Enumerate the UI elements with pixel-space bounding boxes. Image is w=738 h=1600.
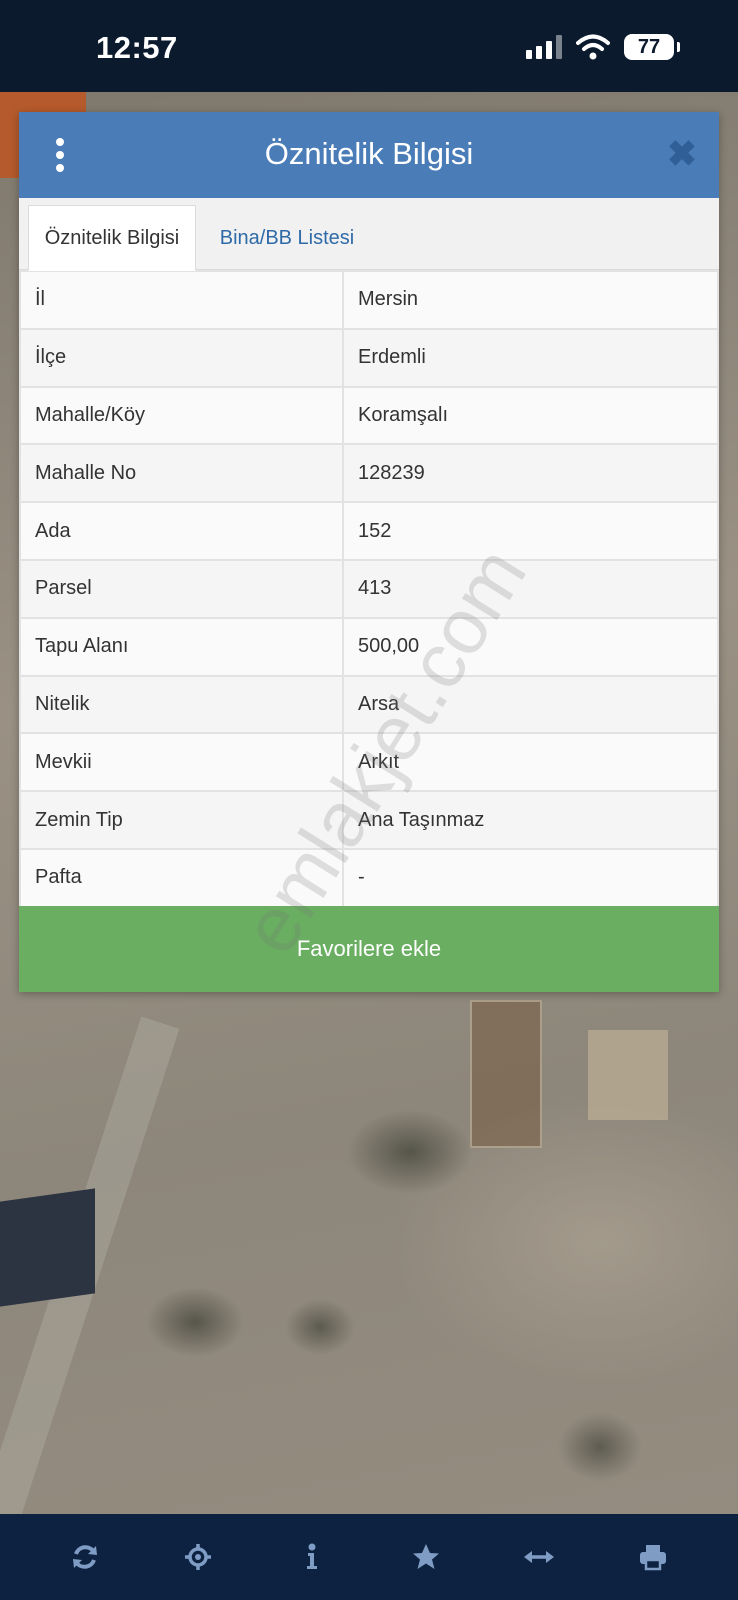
wifi-icon xyxy=(576,34,610,60)
attribute-key: Mahalle No xyxy=(19,443,344,504)
attribute-value: Arsa xyxy=(342,674,719,735)
attribute-key: Tapu Alanı xyxy=(19,616,344,677)
print-icon[interactable] xyxy=(623,1527,683,1587)
tab-bar: Öznitelik Bilgisi Bina/BB Listesi xyxy=(19,198,719,271)
map-building xyxy=(0,1188,95,1307)
attribute-value: Ana Taşınmaz xyxy=(342,790,719,850)
attribute-key: Nitelik xyxy=(19,674,344,735)
star-icon[interactable] xyxy=(396,1527,456,1587)
status-time: 12:57 xyxy=(96,30,178,65)
locate-icon[interactable] xyxy=(168,1527,228,1587)
attribute-key: Parsel xyxy=(19,558,344,619)
map-field xyxy=(470,1000,542,1148)
map-field xyxy=(588,1030,668,1120)
status-icons: 77 xyxy=(526,34,680,60)
dialog-header: Öznitelik Bilgisi ✖ xyxy=(19,112,719,198)
battery-icon: 77 xyxy=(624,34,680,60)
table-row: Ada 152 xyxy=(19,501,719,561)
attribute-key: İl xyxy=(19,270,344,330)
bottom-toolbar xyxy=(0,1514,738,1600)
attribute-table: İl Mersin İlçe Erdemli Mahalle/Köy Koram… xyxy=(19,270,719,908)
table-row: Mahalle/Köy Koramşalı xyxy=(19,385,719,446)
add-to-favorites-button[interactable]: Favorilere ekle xyxy=(19,906,719,992)
attribute-key: Pafta xyxy=(19,847,344,908)
attribute-value: 413 xyxy=(342,558,719,619)
cellular-signal-icon xyxy=(526,35,562,59)
dialog-title: Öznitelik Bilgisi xyxy=(264,136,474,171)
table-row: İlçe Erdemli xyxy=(19,327,719,388)
attribute-value: Koramşalı xyxy=(342,385,719,446)
attribute-value: 128239 xyxy=(342,443,719,504)
attribute-value: 152 xyxy=(342,501,719,561)
attribute-dialog: Öznitelik Bilgisi ✖ Öznitelik Bilgisi Bi… xyxy=(19,112,719,992)
table-row: Zemin Tip Ana Taşınmaz xyxy=(19,790,719,850)
attribute-key: Mevkii xyxy=(19,732,344,793)
close-icon[interactable]: ✖ xyxy=(665,134,699,174)
attribute-value: Mersin xyxy=(342,270,719,330)
attribute-key: İlçe xyxy=(19,327,344,388)
table-row: İl Mersin xyxy=(19,270,719,330)
attribute-key: Ada xyxy=(19,501,344,561)
attribute-key: Mahalle/Köy xyxy=(19,385,344,446)
info-icon[interactable] xyxy=(282,1527,342,1587)
measure-icon[interactable] xyxy=(509,1527,569,1587)
attribute-key: Zemin Tip xyxy=(19,790,344,850)
table-row: Parsel 413 xyxy=(19,558,719,619)
table-row: Mevkii Arkıt xyxy=(19,732,719,793)
table-row: Mahalle No 128239 xyxy=(19,443,719,504)
table-row: Nitelik Arsa xyxy=(19,674,719,735)
refresh-icon[interactable] xyxy=(55,1527,115,1587)
tab-attribute-info[interactable]: Öznitelik Bilgisi xyxy=(28,205,196,271)
table-row: Tapu Alanı 500,00 xyxy=(19,616,719,677)
tab-building-list[interactable]: Bina/BB Listesi xyxy=(207,205,367,271)
attribute-value: - xyxy=(342,847,719,908)
status-bar: 12:57 77 xyxy=(0,0,738,92)
attribute-value: Arkıt xyxy=(342,732,719,793)
attribute-value: 500,00 xyxy=(342,616,719,677)
attribute-value: Erdemli xyxy=(342,327,719,388)
table-row: Pafta - xyxy=(19,847,719,908)
